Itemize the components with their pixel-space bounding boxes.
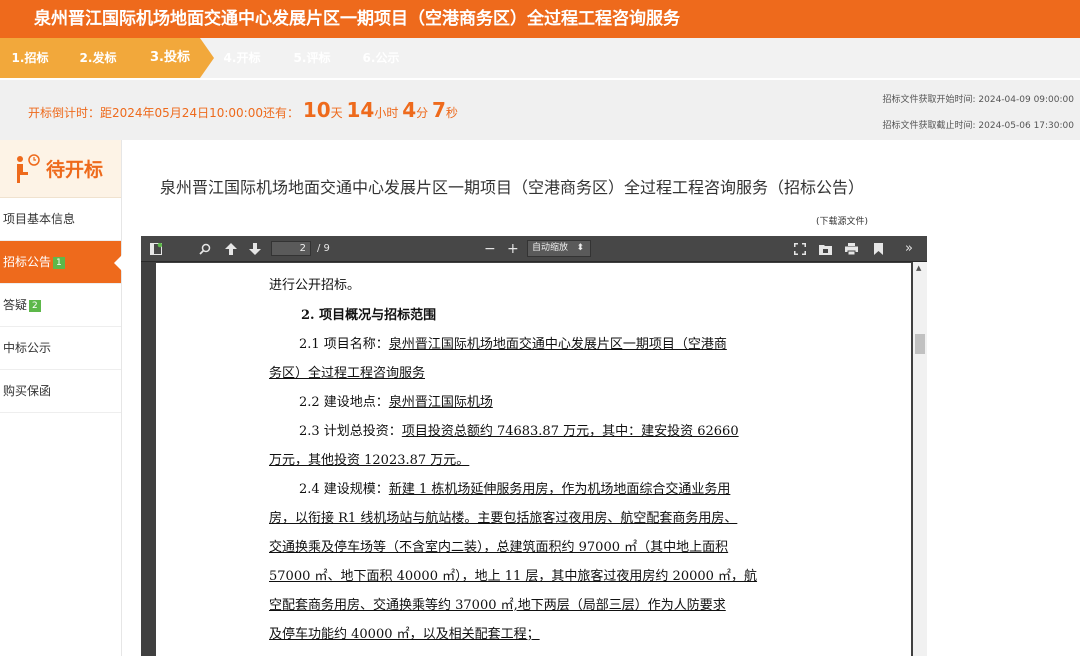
more-tools-icon[interactable]: » — [905, 236, 913, 262]
step-issue: 2.发标 — [79, 51, 117, 65]
doc-section-heading: 2. 项目概况与招标范围 — [301, 308, 437, 323]
bookmark-icon[interactable] — [874, 236, 883, 262]
doc-line: 交通换乘及停车场等（不含室内二装），总建筑面积约 97000 ㎡（其中地上面积 — [269, 540, 729, 555]
doc-line: 2.1 项目名称：泉州晋江国际机场地面交通中心发展片区一期项目（空港商 — [299, 337, 727, 352]
sidebar-item-qa[interactable]: 答疑 2 — [0, 284, 121, 327]
page-header: 泉州晋江国际机场地面交通中心发展片区一期项目（空港商务区）全过程工程咨询服务 — [0, 0, 1080, 38]
progress-steps: 1.招标 2.发标 3.投标 4.开标 5.评标 6.公示 — [0, 38, 1080, 78]
print-icon[interactable] — [845, 236, 858, 262]
countdown-text: 开标倒计时：距2024年05月24日10:00:00还有： 10天 14小时 4… — [28, 98, 458, 122]
sidebar-item-label: 购买保函 — [3, 384, 52, 398]
sidebar-heading: 待开标 — [0, 140, 121, 198]
countdown-days-unit: 天 — [330, 106, 343, 120]
previous-page-icon[interactable] — [225, 236, 237, 262]
pdf-viewer: 2 / 9 − + 自动缩放 ⬍ » 进行公开招标。 2. 项目概况与招标范围 … — [141, 236, 927, 656]
pdf-scrollbar[interactable]: ▲ — [913, 262, 927, 656]
countdown-prefix: 开标倒计时：距2024年05月24日10:00:00还有： — [28, 106, 299, 120]
zoom-out-icon[interactable]: − — [484, 236, 496, 262]
doc-line: 万元，其他投资 12023.87 万元。 — [269, 453, 470, 468]
sidebar-item-label: 招标公告 — [3, 255, 52, 269]
doc-line: 房，以衔接 R1 线机场站与航站楼。主要包括旅客过夜用房、航空配套商务用房、 — [269, 511, 738, 526]
doc-line: 2.3 计划总投资：项目投资总额约 74683.87 万元，其中：建安投资 62… — [299, 424, 739, 439]
count-badge: 1 — [53, 256, 65, 269]
steps-active-arrow — [200, 38, 214, 78]
pdf-toolbar: 2 / 9 − + 自动缩放 ⬍ » — [141, 236, 927, 262]
doc-line: 2.2 建设地点：泉州晋江国际机场 — [299, 395, 493, 410]
sidebar-item-label: 项目基本信息 — [3, 212, 76, 226]
scroll-up-icon[interactable]: ▲ — [916, 264, 921, 272]
doc-line: 57000 ㎡、地下面积 40000 ㎡），地上 11 层，其中旅客过夜用房约 … — [269, 569, 758, 584]
countdown-hours-unit: 小时 — [374, 106, 399, 120]
doc-end-time: 招标文件获取截止时间: 2024-05-06 17:30:00 — [882, 121, 1074, 131]
countdown-seconds: 7 — [431, 98, 446, 122]
doc-line: 及停车功能约 40000 ㎡，以及相关配套工程； — [269, 627, 540, 642]
header-title: 泉州晋江国际机场地面交通中心发展片区一期项目（空港商务区）全过程工程咨询服务 — [34, 9, 680, 29]
zoom-value: 自动缩放 — [532, 243, 569, 253]
chevron-updown-icon: ⬍ — [576, 243, 584, 253]
sidebar-heading-text: 待开标 — [46, 159, 104, 181]
sidebar-toggle-icon[interactable] — [150, 236, 163, 262]
countdown-minutes-unit: 分 — [416, 106, 429, 120]
pdf-page: 进行公开招标。 2. 项目概况与招标范围 2.1 项目名称：泉州晋江国际机场地面… — [156, 263, 911, 656]
doc-line: 进行公开招标。 — [269, 278, 361, 293]
download-source-link[interactable]: (下载源文件) — [816, 214, 868, 227]
sidebar-item-award-publicity[interactable]: 中标公示 — [0, 327, 121, 370]
countdown-bar: 开标倒计时：距2024年05月24日10:00:00还有： 10天 14小时 4… — [0, 78, 1080, 140]
page-number-input[interactable]: 2 — [271, 241, 311, 256]
sidebar-item-bid-notice[interactable]: 招标公告 1 — [0, 241, 122, 284]
step-submit: 3.投标 — [150, 50, 190, 65]
sidebar-item-buy-guarantee[interactable]: 购买保函 — [0, 370, 121, 413]
doc-line: 2.4 建设规模：新建 1 栋机场延伸服务用房，作为机场地面综合交通业务用 — [299, 482, 731, 497]
countdown-minutes: 4 — [402, 98, 417, 122]
sidebar: 待开标 项目基本信息 招标公告 1 答疑 2 中标公示 购买保函 — [0, 140, 122, 656]
page-total: / 9 — [317, 243, 330, 254]
countdown-seconds-unit: 秒 — [445, 106, 458, 120]
step-open: 4.开标 — [223, 51, 261, 65]
count-badge: 2 — [29, 299, 41, 312]
sidebar-item-label: 中标公示 — [3, 341, 52, 355]
zoom-select[interactable]: 自动缩放 ⬍ — [527, 240, 591, 257]
open-file-icon[interactable] — [819, 236, 832, 262]
hourglass-person-icon — [17, 153, 40, 183]
page-title: 泉州晋江国际机场地面交通中心发展片区一期项目（空港商务区）全过程工程咨询服务（招… — [160, 178, 865, 197]
step-publicity: 6.公示 — [362, 51, 400, 65]
doc-start-time: 招标文件获取开始时间: 2024-04-09 09:00:00 — [882, 95, 1074, 105]
scroll-thumb[interactable] — [915, 334, 925, 354]
doc-line: 空配套商务用房、交通换乘等约 37000 ㎡,地下两层（局部三层）作为人防要求 — [269, 598, 726, 613]
step-bidding: 1.招标 — [11, 51, 49, 65]
countdown-days: 10 — [302, 98, 331, 122]
search-icon[interactable] — [199, 236, 211, 262]
doc-line: 务区）全过程工程咨询服务 — [269, 366, 426, 381]
sidebar-item-project-info[interactable]: 项目基本信息 — [0, 198, 121, 241]
countdown-hours: 14 — [346, 98, 375, 122]
next-page-icon[interactable] — [249, 236, 261, 262]
fullscreen-icon[interactable] — [794, 236, 806, 262]
sidebar-item-label: 答疑 — [3, 298, 28, 312]
zoom-in-icon[interactable]: + — [507, 236, 519, 262]
step-evaluate: 5.评标 — [293, 51, 331, 65]
